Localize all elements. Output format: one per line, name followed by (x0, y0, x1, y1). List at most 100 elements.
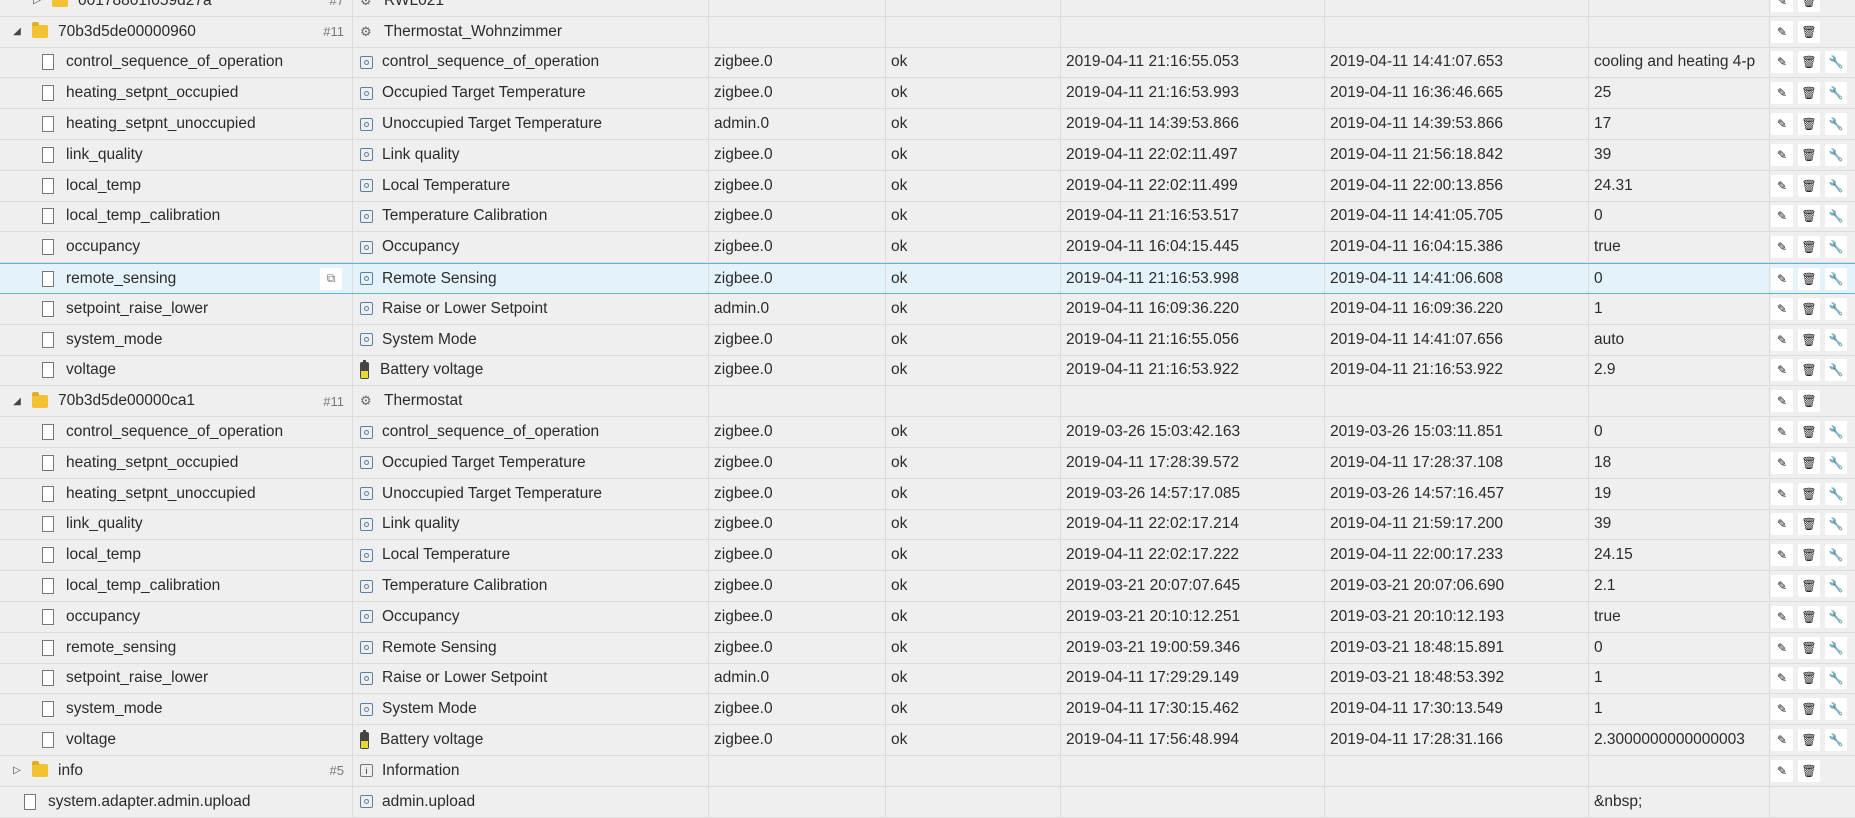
tree-row[interactable]: voltage Battery voltage zigbee.0 ok 2019-04-… (0, 725, 1855, 756)
delete-icon[interactable]: 🗑 (1798, 605, 1820, 628)
edit-icon[interactable]: ✎ (1771, 544, 1793, 567)
tree-row[interactable]: system.adapter.admin.upload admin.upload &… (0, 786, 1855, 818)
delete-icon[interactable]: 🗑 (1798, 297, 1820, 320)
wrench-icon[interactable]: 🔧 (1825, 575, 1847, 598)
delete-icon[interactable]: 🗑 (1798, 575, 1820, 598)
tree-row[interactable]: heating_setpnt_occupied Occupied Target T… (0, 78, 1855, 110)
delete-icon[interactable]: 🗑 (1798, 759, 1820, 782)
delete-icon[interactable]: 🗑 (1798, 236, 1820, 259)
tree-row[interactable]: system_mode System Mode zigbee.0 ok 2019-04-… (0, 694, 1855, 726)
edit-icon[interactable]: ✎ (1771, 113, 1793, 136)
edit-icon[interactable]: ✎ (1771, 421, 1793, 444)
edit-icon[interactable]: ✎ (1771, 698, 1793, 721)
tree-row[interactable]: ▷ info #5 i Information ✎ 🗑 (0, 755, 1855, 787)
edit-icon[interactable]: ✎ (1771, 605, 1793, 628)
edit-icon[interactable]: ✎ (1771, 51, 1793, 74)
tree-row[interactable]: system_mode System Mode zigbee.0 ok 2019-04-… (0, 324, 1855, 356)
wrench-icon[interactable]: 🔧 (1825, 51, 1847, 74)
edit-icon[interactable]: ✎ (1771, 359, 1793, 382)
edit-icon[interactable]: ✎ (1771, 667, 1793, 690)
wrench-icon[interactable]: 🔧 (1825, 113, 1847, 136)
expand-toggle-icon[interactable]: ▷ (10, 765, 24, 776)
edit-icon[interactable]: ✎ (1771, 297, 1793, 320)
wrench-icon[interactable]: 🔧 (1825, 421, 1847, 444)
delete-icon[interactable]: 🗑 (1798, 267, 1820, 290)
tree-row[interactable]: remote_sensing Remote Sensing zigbee.0 ok 20… (0, 632, 1855, 664)
delete-icon[interactable]: 🗑 (1798, 544, 1820, 567)
wrench-icon[interactable]: 🔧 (1825, 698, 1847, 721)
tree-row[interactable]: local_temp_calibration Temperature Calibr… (0, 201, 1855, 233)
wrench-icon[interactable]: 🔧 (1825, 205, 1847, 228)
delete-icon[interactable]: 🗑 (1798, 636, 1820, 659)
tree-row[interactable]: ◢ 70b3d5de00000960 #11 ⚙ Thermostat_Wohnzimm… (0, 16, 1855, 48)
edit-icon[interactable]: ✎ (1771, 267, 1793, 290)
edit-icon[interactable]: ✎ (1771, 0, 1793, 12)
wrench-icon[interactable]: 🔧 (1825, 359, 1847, 382)
tree-row[interactable]: local_temp Local Temperature zigbee.0 ok 201… (0, 170, 1855, 202)
tree-row[interactable]: local_temp Local Temperature zigbee.0 ok 201… (0, 540, 1855, 572)
tree-row[interactable]: heating_setpnt_unoccupied Unoccupied Targ… (0, 109, 1855, 140)
copy-icon[interactable]: ⧉ (320, 267, 342, 290)
edit-icon[interactable]: ✎ (1771, 143, 1793, 166)
delete-icon[interactable]: 🗑 (1798, 82, 1820, 105)
tree-row[interactable]: ◢ 70b3d5de00000ca1 #11 ⚙ Thermostat ✎ 🗑 (0, 386, 1855, 418)
edit-icon[interactable]: ✎ (1771, 390, 1793, 413)
delete-icon[interactable]: 🗑 (1798, 174, 1820, 197)
wrench-icon[interactable]: 🔧 (1825, 451, 1847, 474)
delete-icon[interactable]: 🗑 (1798, 20, 1820, 43)
wrench-icon[interactable]: 🔧 (1825, 328, 1847, 351)
tree-row[interactable]: heating_setpnt_occupied Occupied Target T… (0, 447, 1855, 479)
tree-row[interactable]: link_quality Link quality zigbee.0 ok 2019-0… (0, 509, 1855, 541)
delete-icon[interactable]: 🗑 (1798, 143, 1820, 166)
wrench-icon[interactable]: 🔧 (1825, 174, 1847, 197)
wrench-icon[interactable]: 🔧 (1825, 297, 1847, 320)
wrench-icon[interactable]: 🔧 (1825, 513, 1847, 536)
wrench-icon[interactable]: 🔧 (1825, 482, 1847, 505)
tree-row[interactable]: occupancy Occupancy zigbee.0 ok 2019-04-11 1… (0, 232, 1855, 264)
delete-icon[interactable]: 🗑 (1798, 390, 1820, 413)
expand-toggle-icon[interactable]: ◢ (10, 396, 24, 407)
edit-icon[interactable]: ✎ (1771, 451, 1793, 474)
edit-icon[interactable]: ✎ (1771, 636, 1793, 659)
delete-icon[interactable]: 🗑 (1798, 359, 1820, 382)
edit-icon[interactable]: ✎ (1771, 82, 1793, 105)
wrench-icon[interactable]: 🔧 (1825, 729, 1847, 752)
delete-icon[interactable]: 🗑 (1798, 513, 1820, 536)
wrench-icon[interactable]: 🔧 (1825, 605, 1847, 628)
expand-toggle-icon[interactable]: ▷ (30, 0, 44, 6)
delete-icon[interactable]: 🗑 (1798, 451, 1820, 474)
delete-icon[interactable]: 🗑 (1798, 729, 1820, 752)
delete-icon[interactable]: 🗑 (1798, 51, 1820, 74)
expand-toggle-icon[interactable]: ◢ (10, 26, 24, 37)
delete-icon[interactable]: 🗑 (1798, 0, 1820, 12)
delete-icon[interactable]: 🗑 (1798, 328, 1820, 351)
tree-row[interactable]: occupancy Occupancy zigbee.0 ok 2019-03-21 2… (0, 601, 1855, 633)
wrench-icon[interactable]: 🔧 (1825, 82, 1847, 105)
delete-icon[interactable]: 🗑 (1798, 421, 1820, 444)
tree-row[interactable]: control_sequence_of_operation control_seq… (0, 47, 1855, 79)
edit-icon[interactable]: ✎ (1771, 575, 1793, 598)
delete-icon[interactable]: 🗑 (1798, 667, 1820, 690)
wrench-icon[interactable]: 🔧 (1825, 544, 1847, 567)
edit-icon[interactable]: ✎ (1771, 513, 1793, 536)
edit-icon[interactable]: ✎ (1771, 20, 1793, 43)
tree-row[interactable]: heating_setpnt_unoccupied Unoccupied Targ… (0, 478, 1855, 510)
delete-icon[interactable]: 🗑 (1798, 113, 1820, 136)
tree-row[interactable]: link_quality Link quality zigbee.0 ok 2019-0… (0, 139, 1855, 171)
edit-icon[interactable]: ✎ (1771, 759, 1793, 782)
edit-icon[interactable]: ✎ (1771, 205, 1793, 228)
edit-icon[interactable]: ✎ (1771, 236, 1793, 259)
wrench-icon[interactable]: 🔧 (1825, 636, 1847, 659)
delete-icon[interactable]: 🗑 (1798, 482, 1820, 505)
edit-icon[interactable]: ✎ (1771, 729, 1793, 752)
tree-row[interactable]: voltage Battery voltage zigbee.0 ok 2019-04-… (0, 355, 1855, 387)
tree-row[interactable]: control_sequence_of_operation control_seq… (0, 417, 1855, 448)
wrench-icon[interactable]: 🔧 (1825, 236, 1847, 259)
tree-row[interactable]: setpoint_raise_lower Raise or Lower Setpo… (0, 663, 1855, 695)
tree-row[interactable]: remote_sensing ⧉ Remote Sensing zigbee.0 ok 2… (0, 263, 1855, 294)
wrench-icon[interactable]: 🔧 (1825, 267, 1847, 290)
wrench-icon[interactable]: 🔧 (1825, 143, 1847, 166)
tree-row[interactable]: setpoint_raise_lower Raise or Lower Setpo… (0, 293, 1855, 325)
wrench-icon[interactable]: 🔧 (1825, 667, 1847, 690)
edit-icon[interactable]: ✎ (1771, 482, 1793, 505)
